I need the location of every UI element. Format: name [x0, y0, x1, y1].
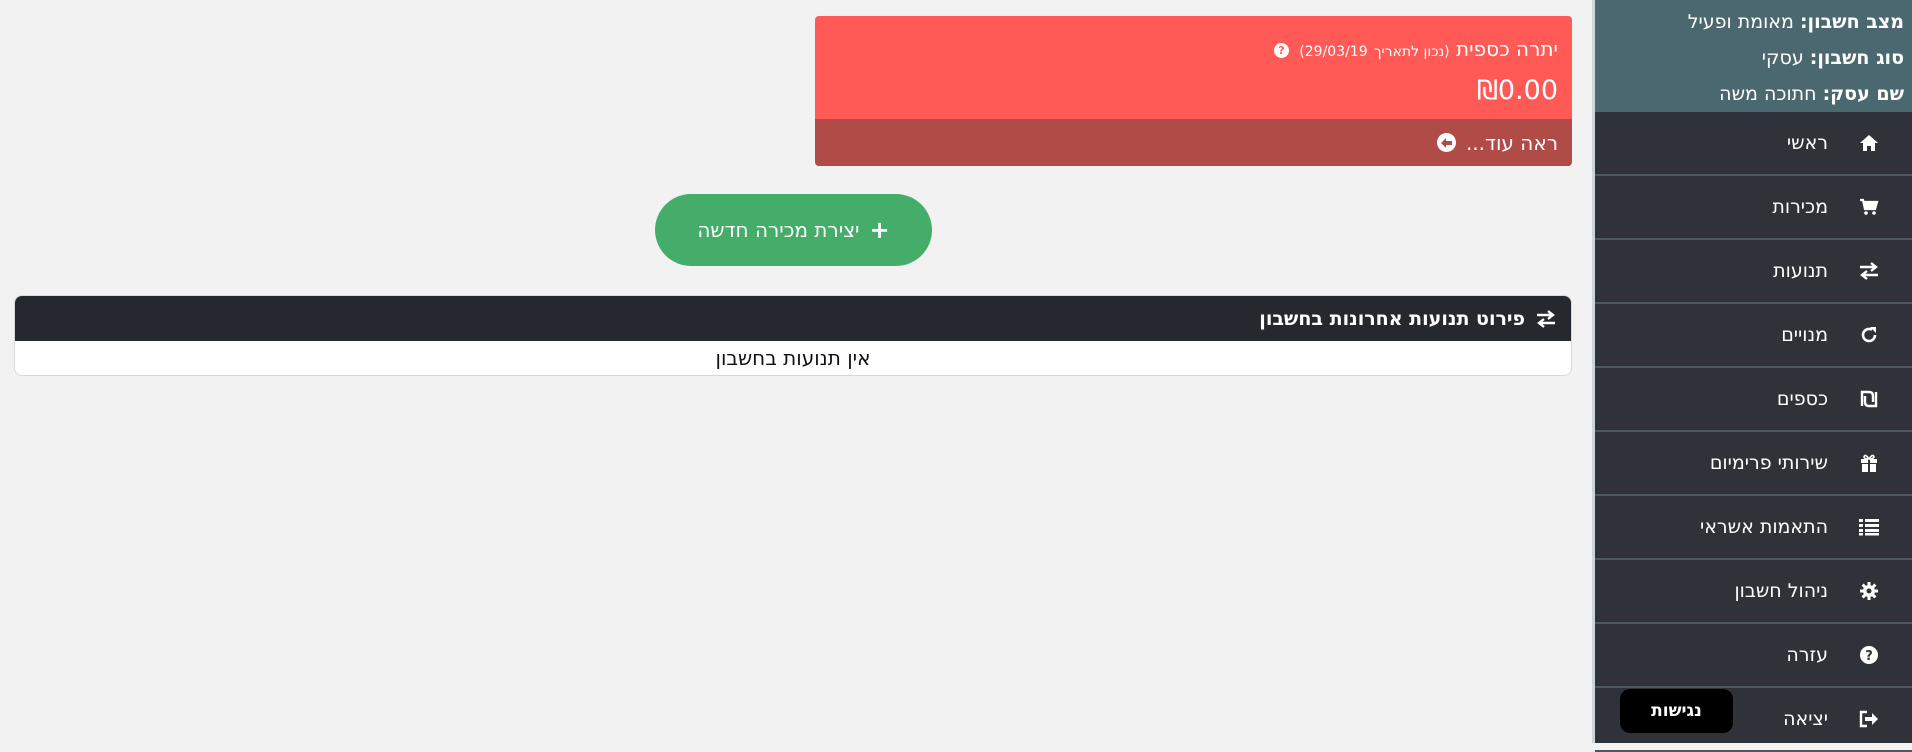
list-icon: [1856, 514, 1882, 540]
home-icon: [1856, 130, 1882, 156]
account-type: סוג חשבון: עסקי: [1595, 40, 1904, 76]
sidebar-item-finance[interactable]: כספים: [1595, 368, 1912, 432]
sidebar-item-premium-services[interactable]: שירותי פרימיום: [1595, 432, 1912, 496]
sidebar-item-sales[interactable]: מכירות: [1595, 176, 1912, 240]
exchange-icon: [1856, 258, 1882, 284]
exchange-icon: [1535, 309, 1557, 328]
balance-date-note: (נכון לתאריך: [1374, 44, 1450, 60]
new-sale-button[interactable]: + יצירת מכירה חדשה: [655, 194, 932, 266]
account-info: מצב חשבון: מאומת ופעיל סוג חשבון: עסקי ש…: [1595, 0, 1912, 112]
sidebar-item-label: עזרה: [1786, 644, 1828, 666]
accessibility-button[interactable]: נגישות: [1620, 689, 1733, 733]
sidebar-item-label: ניהול חשבון: [1734, 580, 1829, 602]
panel-title: פירוט תנועות אחרונות בחשבון: [1259, 307, 1525, 330]
sidebar-item-label: תנועות: [1773, 260, 1828, 282]
sidebar-item-transactions[interactable]: תנועות: [1595, 240, 1912, 304]
account-status-value: מאומת ופעיל: [1687, 11, 1794, 33]
balance-heading: יתרה כספית (נכון לתאריך 29/03/19) ?: [829, 34, 1558, 64]
sidebar-item-subscriptions[interactable]: מנויים: [1595, 304, 1912, 368]
question-circle-icon: ?: [1856, 642, 1882, 668]
svg-text:?: ?: [1865, 649, 1873, 664]
sidebar-item-label: התאמות אשראי: [1699, 516, 1828, 538]
sidebar-item-label: ראשי: [1786, 132, 1828, 154]
account-type-value: עסקי: [1761, 47, 1804, 69]
info-icon[interactable]: ?: [1273, 43, 1289, 58]
account-type-label: סוג חשבון:: [1809, 47, 1904, 69]
balance-card-body: יתרה כספית (נכון לתאריך 29/03/19) ? ₪0.0…: [815, 16, 1572, 119]
cart-icon: [1856, 194, 1882, 220]
sidebar-item-home[interactable]: ראשי: [1595, 112, 1912, 176]
sidebar-item-credit-reconciliation[interactable]: התאמות אשראי: [1595, 496, 1912, 560]
sidebar-item-label: שירותי פרימיום: [1709, 452, 1828, 474]
business-name: שם עסק: חתוכה משה: [1595, 76, 1904, 112]
arrow-left-circle-icon: [1436, 133, 1456, 152]
sidebar-item-label: יציאה: [1783, 708, 1828, 730]
sidebar-item-label: מנויים: [1781, 324, 1828, 346]
account-status: מצב חשבון: מאומת ופעיל: [1595, 4, 1904, 40]
see-more-link[interactable]: ראה עוד...: [815, 119, 1572, 166]
sidebar-item-help[interactable]: ? עזרה: [1595, 624, 1912, 688]
account-status-label: מצב חשבון:: [1799, 11, 1904, 33]
sidebar-item-label: מכירות: [1772, 196, 1828, 218]
business-name-label: שם עסק:: [1822, 83, 1904, 105]
business-name-value: חתוכה משה: [1719, 83, 1817, 105]
balance-amount: ₪0.00: [1476, 75, 1558, 106]
refresh-icon: [1856, 322, 1882, 348]
sign-out-icon: [1856, 706, 1882, 732]
new-sale-label: יצירת מכירה חדשה: [697, 218, 860, 242]
recent-transactions-panel: פירוט תנועות אחרונות בחשבון אין תנועות ב…: [14, 295, 1572, 376]
shekel-icon: [1856, 386, 1882, 412]
gear-icon: [1856, 578, 1882, 604]
see-more-label: ראה עוד...: [1465, 130, 1558, 155]
balance-date: 29/03/19): [1299, 44, 1368, 60]
sidebar-item-account-management[interactable]: ניהול חשבון: [1595, 560, 1912, 624]
plus-icon: +: [869, 216, 890, 244]
balance-title: יתרה כספית: [1456, 37, 1558, 61]
empty-transactions-message: אין תנועות בחשבון: [715, 346, 871, 370]
sidebar: מצב חשבון: מאומת ופעיל סוג חשבון: עסקי ש…: [1592, 0, 1912, 752]
gift-icon: [1856, 450, 1882, 476]
panel-header: פירוט תנועות אחרונות בחשבון: [15, 296, 1571, 341]
sidebar-item-label: כספים: [1776, 388, 1828, 410]
balance-card: יתרה כספית (נכון לתאריך 29/03/19) ? ₪0.0…: [815, 16, 1572, 166]
